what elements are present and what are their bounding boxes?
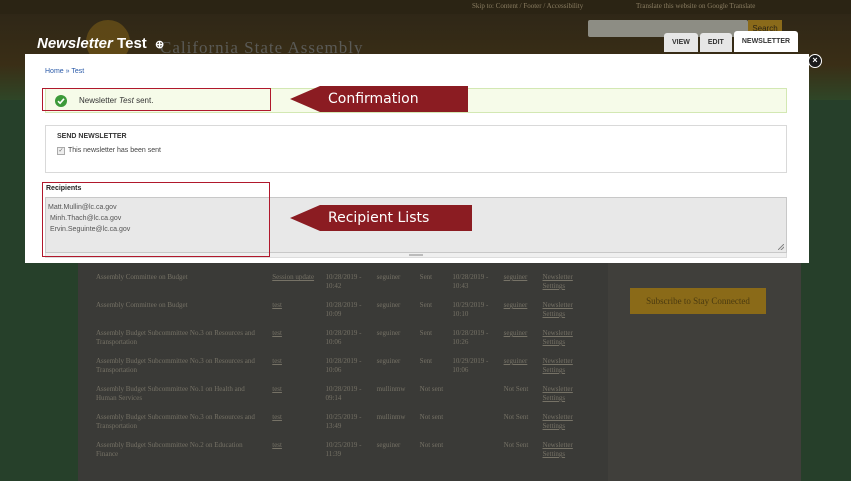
row-committee-name: Assembly Committee on Budget <box>96 301 188 309</box>
row-author: seguiner <box>376 329 401 337</box>
row-sent-by: Not Sent <box>503 413 529 421</box>
row-sent-date <box>448 410 499 438</box>
row-settings-link[interactable]: Newsletter Settings <box>539 438 600 466</box>
row-status: Sent <box>419 301 433 309</box>
close-icon[interactable]: × <box>808 54 822 68</box>
row-sent-by: seguiner <box>503 273 528 281</box>
row-settings-link[interactable]: Newsletter Settings <box>539 326 600 354</box>
row-settings-link[interactable]: Newsletter Settings <box>539 410 600 438</box>
row-settings-link[interactable]: Newsletter Settings <box>539 298 600 326</box>
row-committee-name: Assembly Budget Subcommittee No.2 on Edu… <box>96 441 243 458</box>
row-author: seguiner <box>376 441 401 449</box>
table-row: Assembly Budget Subcommittee No.1 on Hea… <box>86 382 600 410</box>
newsletter-table: Assembly Committee on Budget Session upda… <box>86 270 600 466</box>
row-created-date: 10/28/2019 - 10:09 <box>325 301 362 318</box>
resize-handle-icon[interactable] <box>778 244 784 250</box>
row-settings-link[interactable]: Newsletter Settings <box>539 382 600 410</box>
row-sent-by: seguiner <box>503 357 528 365</box>
row-created-date: 10/28/2019 - 10:06 <box>325 329 362 346</box>
row-author: seguiner <box>376 273 401 281</box>
collapse-icon[interactable]: ⊕ <box>155 39 164 51</box>
row-sent-date: 10/29/2019 - 10:06 <box>452 357 489 374</box>
row-subject-link[interactable]: test <box>268 382 321 410</box>
row-author: mullinmw <box>376 413 406 421</box>
row-created-date: 10/28/2019 - 09:14 <box>325 385 362 402</box>
row-committee-name: Assembly Budget Subcommittee No.3 on Res… <box>96 357 255 374</box>
row-sent-by: Not Sent <box>503 441 529 449</box>
send-newsletter-heading: SEND NEWSLETTER <box>57 133 127 140</box>
table-row: Assembly Budget Subcommittee No.2 on Edu… <box>86 438 600 466</box>
row-status: Sent <box>419 273 433 281</box>
tab-view[interactable]: VIEW <box>664 33 698 52</box>
row-created-date: 10/25/2019 - 13:49 <box>325 413 362 430</box>
row-sent-date: 10/28/2019 - 10:26 <box>452 329 489 346</box>
row-subject-link[interactable]: test <box>268 326 321 354</box>
row-status: Sent <box>419 329 433 337</box>
row-sent-by: Not Sent <box>503 385 529 393</box>
row-sent-date <box>448 382 499 410</box>
tab-newsletter[interactable]: NEWSLETTER <box>733 31 799 52</box>
row-author: mullinmw <box>376 385 406 393</box>
row-subject-link[interactable]: Session update <box>268 270 321 298</box>
row-settings-link[interactable]: Newsletter Settings <box>539 270 600 298</box>
row-status: Not sent <box>419 385 444 393</box>
row-author: seguiner <box>376 357 401 365</box>
sent-status-text: This newsletter has been sent <box>68 147 161 154</box>
row-sent-date: 10/28/2019 - 10:43 <box>452 273 489 290</box>
modal-title-name: Test <box>117 35 147 52</box>
row-created-date: 10/25/2019 - 11:39 <box>325 441 362 458</box>
row-status: Sent <box>419 357 433 365</box>
tab-edit[interactable]: EDIT <box>699 33 732 52</box>
row-sent-by: seguiner <box>503 301 528 309</box>
table-row: Assembly Budget Subcommittee No.3 on Res… <box>86 410 600 438</box>
row-created-date: 10/28/2019 - 10:06 <box>325 357 362 374</box>
confirmation-highlight-box <box>42 88 271 111</box>
sent-checkbox: ✓ <box>57 147 65 155</box>
row-committee-name: Assembly Budget Subcommittee No.3 on Res… <box>96 329 255 346</box>
recipients-highlight-box <box>42 182 270 257</box>
row-subject-link[interactable]: test <box>268 354 321 382</box>
row-committee-name: Assembly Budget Subcommittee No.3 on Res… <box>96 413 255 430</box>
row-subject-link[interactable]: test <box>268 410 321 438</box>
row-status: Not sent <box>419 413 444 421</box>
row-committee-name: Assembly Committee on Budget <box>96 273 188 281</box>
subscribe-button[interactable]: Subscribe to Stay Connected <box>630 288 766 314</box>
row-subject-link[interactable]: test <box>268 298 321 326</box>
table-row: Assembly Budget Subcommittee No.3 on Res… <box>86 354 600 382</box>
skip-links[interactable]: Skip to: Content / Footer / Accessibilit… <box>472 2 583 10</box>
row-status: Not sent <box>419 441 444 449</box>
row-committee-name: Assembly Budget Subcommittee No.1 on Hea… <box>96 385 245 402</box>
table-row: Assembly Committee on Budget test 10/28/20… <box>86 298 600 326</box>
row-sent-date <box>448 438 499 466</box>
modal-title-italic: Newsletter <box>37 35 113 52</box>
row-author: seguiner <box>376 301 401 309</box>
send-newsletter-fieldset: SEND NEWSLETTER ✓ This newsletter has be… <box>45 125 787 173</box>
row-settings-link[interactable]: Newsletter Settings <box>539 354 600 382</box>
modal-tabs: VIEW EDIT NEWSLETTER <box>664 31 799 52</box>
row-subject-link[interactable]: test <box>268 438 321 466</box>
translate-link[interactable]: Translate this website on Google Transla… <box>636 2 755 10</box>
row-sent-date: 10/29/2019 - 10:10 <box>452 301 489 318</box>
row-sent-by: seguiner <box>503 329 528 337</box>
breadcrumb[interactable]: Home » Test <box>45 68 84 75</box>
confirmation-callout: Confirmation <box>290 86 468 112</box>
table-row: Assembly Budget Subcommittee No.3 on Res… <box>86 326 600 354</box>
grip-icon <box>409 254 423 256</box>
modal-title: Newsletter Test ⊕ <box>37 35 164 52</box>
recipient-lists-callout: Recipient Lists <box>290 205 472 231</box>
row-created-date: 10/28/2019 - 10:42 <box>325 273 362 290</box>
table-row: Assembly Committee on Budget Session upda… <box>86 270 600 298</box>
